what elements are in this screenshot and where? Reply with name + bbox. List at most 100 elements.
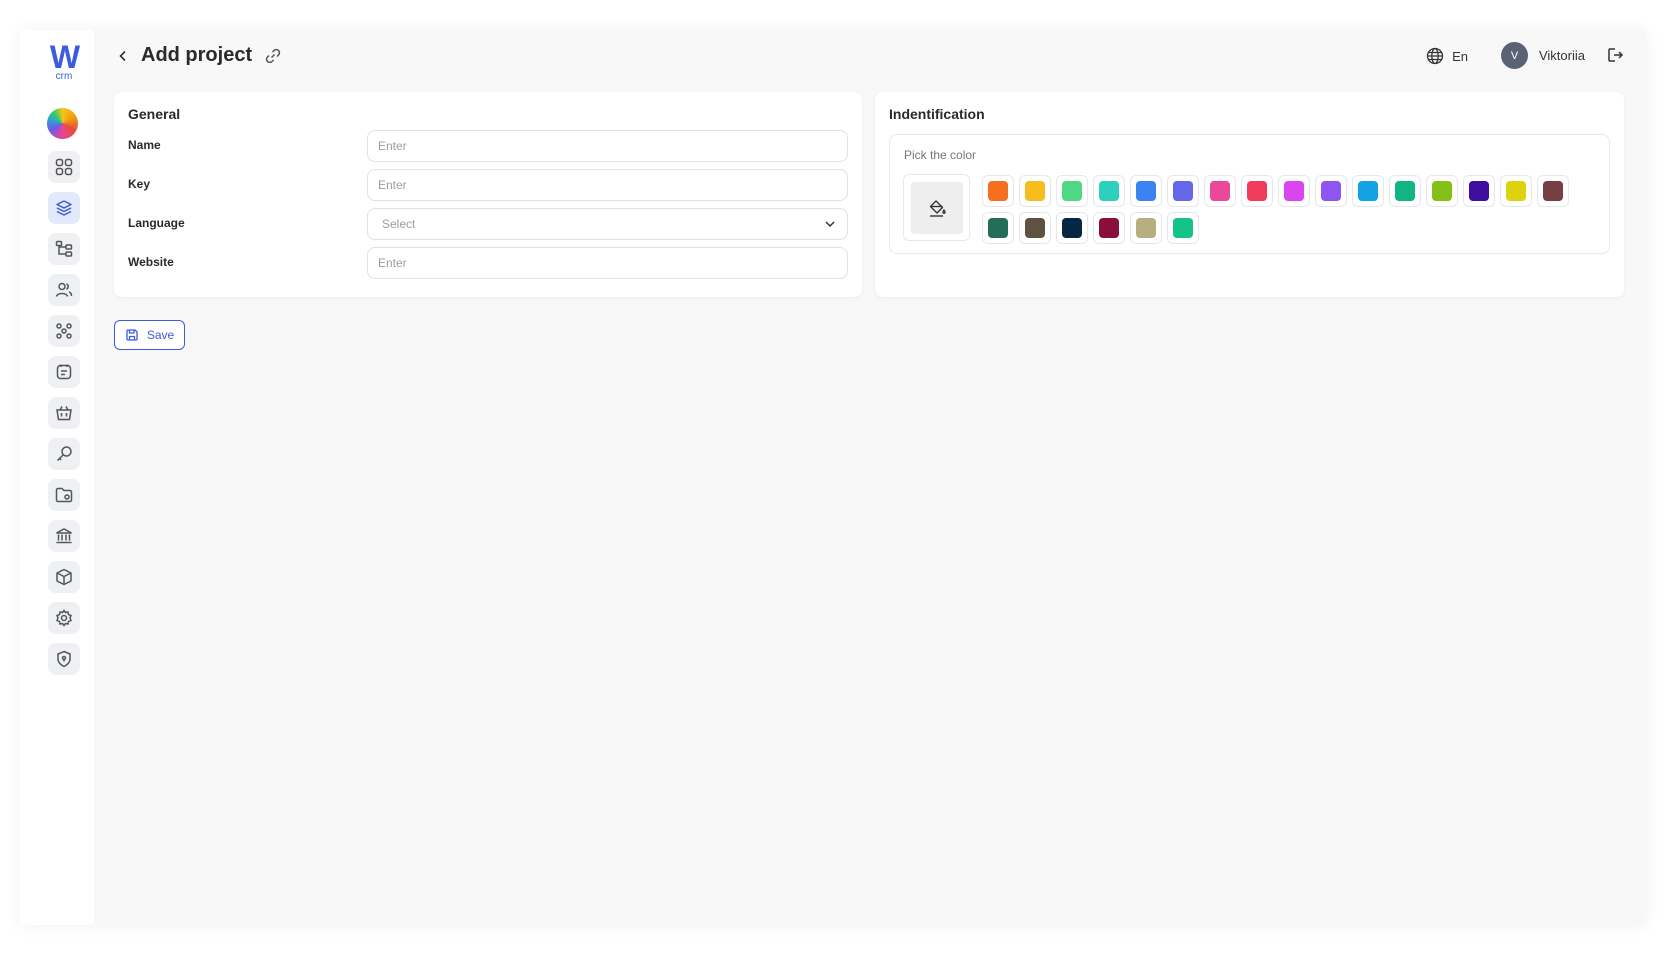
sidebar-item-security[interactable] — [48, 643, 80, 675]
color-swatch-fill — [1284, 181, 1304, 201]
custom-color-preview — [910, 181, 963, 234]
color-swatch-22[interactable] — [1167, 212, 1199, 244]
website-field[interactable] — [367, 247, 848, 279]
color-swatch-fill — [1506, 181, 1526, 201]
sidebar-item-projects[interactable] — [48, 192, 80, 224]
general-title: General — [128, 106, 181, 122]
sidebar-item-products[interactable] — [48, 561, 80, 593]
color-swatch-fill — [1469, 181, 1489, 201]
logo-mark: W — [49, 39, 80, 75]
color-wheel-icon[interactable] — [47, 108, 78, 139]
sidebar-item-notes[interactable] — [48, 356, 80, 388]
color-swatch-21[interactable] — [1130, 212, 1162, 244]
key-field[interactable] — [367, 169, 848, 201]
color-swatch-19[interactable] — [1056, 212, 1088, 244]
sidebar-item-users[interactable] — [48, 274, 80, 306]
bank-icon — [56, 528, 72, 544]
name-input[interactable] — [378, 139, 837, 153]
layers-icon — [56, 200, 72, 216]
language-select-value: Select — [382, 217, 416, 231]
color-swatch-fill — [1136, 218, 1156, 238]
back-button[interactable] — [114, 47, 132, 65]
sidebar-item-keys[interactable] — [48, 438, 80, 470]
color-swatch-fill — [1247, 181, 1267, 201]
color-swatch-fill — [1025, 218, 1045, 238]
save-label: Save — [146, 328, 175, 342]
key-label: Key — [128, 177, 151, 191]
color-swatch-1[interactable] — [982, 175, 1014, 207]
color-swatch-fill — [1062, 218, 1082, 238]
website-label: Website — [128, 255, 174, 269]
sidebar-item-structure[interactable] — [48, 233, 80, 265]
color-swatch-fill — [988, 181, 1008, 201]
identification-title: Indentification — [889, 106, 985, 122]
language-select[interactable]: Select — [367, 208, 848, 240]
language-field-label: Language — [128, 216, 185, 230]
sidebar-item-shop[interactable] — [48, 397, 80, 429]
custom-color-button[interactable] — [903, 174, 970, 241]
chevron-down-icon — [825, 221, 835, 228]
color-swatch-13[interactable] — [1426, 175, 1458, 207]
color-swatch-14[interactable] — [1463, 175, 1495, 207]
link-icon — [265, 48, 281, 64]
color-swatches — [982, 175, 1582, 244]
gear-icon — [56, 609, 72, 627]
color-swatch-10[interactable] — [1315, 175, 1347, 207]
shield-icon — [57, 650, 71, 668]
basket-icon — [56, 406, 72, 421]
color-swatch-fill — [1099, 181, 1119, 201]
key-icon — [56, 446, 72, 462]
color-picker: Pick the color — [889, 134, 1610, 254]
hierarchy-icon — [55, 240, 73, 257]
sidebar-item-settings[interactable] — [48, 602, 80, 634]
color-swatch-9[interactable] — [1278, 175, 1310, 207]
page-title: Add project — [141, 44, 253, 66]
key-input[interactable] — [378, 178, 837, 192]
color-swatch-5[interactable] — [1130, 175, 1162, 207]
language-switcher[interactable]: En — [1426, 47, 1468, 65]
notes-icon — [56, 364, 72, 380]
box-icon — [56, 568, 72, 586]
grid-icon — [55, 158, 73, 176]
avatar[interactable]: V — [1501, 42, 1528, 69]
sidebar-item-files[interactable] — [48, 479, 80, 511]
color-swatch-7[interactable] — [1204, 175, 1236, 207]
color-swatch-fill — [1432, 181, 1452, 201]
logo[interactable]: W crm — [46, 39, 82, 82]
color-swatch-16[interactable] — [1537, 175, 1569, 207]
main-content: Add project En V Viktoriia General Name … — [94, 30, 1646, 925]
color-swatch-2[interactable] — [1019, 175, 1051, 207]
sidebar: W crm — [20, 30, 94, 925]
sidebar-item-dashboard[interactable] — [48, 151, 80, 183]
save-icon — [126, 329, 138, 341]
name-label: Name — [128, 138, 161, 152]
sidebar-item-bank[interactable] — [48, 520, 80, 552]
color-swatch-15[interactable] — [1500, 175, 1532, 207]
name-field[interactable] — [367, 130, 848, 162]
color-swatch-11[interactable] — [1352, 175, 1384, 207]
copy-link-button[interactable] — [264, 47, 282, 65]
username[interactable]: Viktoriia — [1539, 48, 1585, 63]
color-swatch-fill — [1358, 181, 1378, 201]
save-button[interactable]: Save — [114, 320, 185, 350]
sidebar-item-teams[interactable] — [48, 315, 80, 347]
color-swatch-fill — [1099, 218, 1119, 238]
website-input[interactable] — [378, 256, 837, 270]
page-header: Add project En V Viktoriia — [94, 30, 1646, 84]
general-card: General Name Key Language Select Website — [114, 92, 862, 297]
color-swatch-8[interactable] — [1241, 175, 1273, 207]
color-swatch-fill — [1173, 218, 1193, 238]
color-swatch-4[interactable] — [1093, 175, 1125, 207]
color-swatch-3[interactable] — [1056, 175, 1088, 207]
color-swatch-18[interactable] — [1019, 212, 1051, 244]
identification-card: Indentification Pick the color — [875, 92, 1624, 297]
chevron-left-icon — [119, 50, 126, 62]
color-swatch-6[interactable] — [1167, 175, 1199, 207]
logout-button[interactable] — [1606, 46, 1624, 64]
color-swatch-17[interactable] — [982, 212, 1014, 244]
logout-icon — [1608, 48, 1624, 62]
color-swatch-12[interactable] — [1389, 175, 1421, 207]
color-swatch-fill — [988, 218, 1008, 238]
color-swatch-fill — [1173, 181, 1193, 201]
color-swatch-20[interactable] — [1093, 212, 1125, 244]
